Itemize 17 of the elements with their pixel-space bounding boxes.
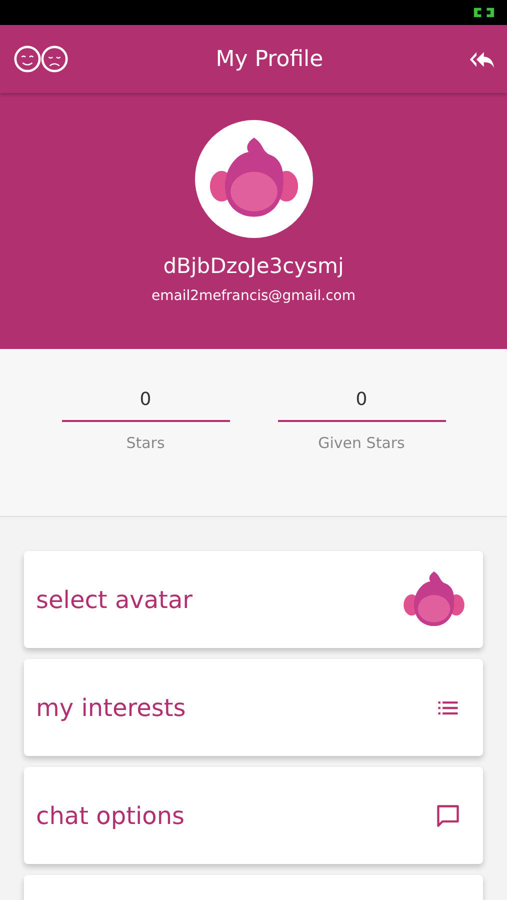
stat-label: Stars xyxy=(126,434,165,452)
faces-icon[interactable] xyxy=(12,44,70,74)
battery-icon xyxy=(473,7,495,18)
stat-label: Given Stars xyxy=(318,434,405,452)
menu-card[interactable]: my interests xyxy=(24,659,483,756)
stat-value: 0 xyxy=(140,389,152,410)
reply-all-icon[interactable] xyxy=(469,50,495,68)
menu-card[interactable]: chat options xyxy=(24,767,483,864)
email: email2mefrancis@gmail.com xyxy=(151,288,356,304)
stat-value: 0 xyxy=(356,389,368,410)
chat-icon xyxy=(435,802,461,828)
menu-card[interactable]: select avatar xyxy=(24,551,483,648)
menu-label: my interests xyxy=(36,694,186,722)
page-title: My Profile xyxy=(216,46,324,72)
menu-label: select avatar xyxy=(36,586,193,614)
menu-label: chat options xyxy=(36,802,185,830)
username: dBjbDzoJe3cysmj xyxy=(163,254,344,278)
